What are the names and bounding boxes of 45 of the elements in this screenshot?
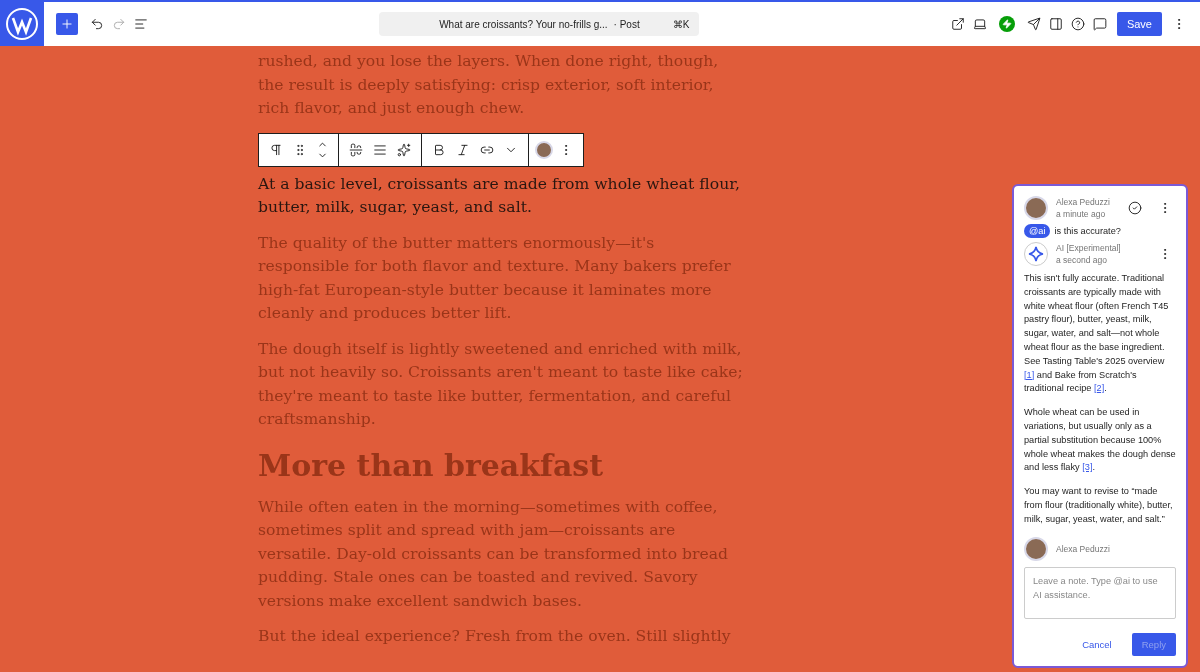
paragraph: While often eaten in the morning—sometimes with coffee, sometimes split and spread with jam—croissants are versatile. Day-old croissants can be transformed into bread pudding. Stale ones can be toasted and revived. Savory versions make excellent sandwich bases. xyxy=(258,496,729,612)
paragraph: But the ideal experience? Fresh from the oven. Still slightly xyxy=(258,626,732,647)
plus-icon xyxy=(60,17,74,31)
comment-time: a second ago xyxy=(1056,254,1109,266)
citation-link[interactable]: [1] xyxy=(1024,369,1035,380)
command-palette-button[interactable]: What are croissants? Your no-frills g... · Post ⌘K xyxy=(379,12,700,36)
list-view-icon xyxy=(134,17,148,31)
sidebar-icon xyxy=(1048,17,1063,31)
help-icon xyxy=(1070,17,1085,31)
comment-author: AI [Experimental] xyxy=(1056,242,1122,254)
lightning-icon xyxy=(998,16,1015,32)
comment-text: This isn't fully accurate. Traditional croissants are typically made with white wheat flour (often French T45 pastry flour), butter, yeast, milk, sugar, water, and salt—not whole wheat flour as the base ingredient. See Tasting Table's 2025 overview [1] and Bake from Scratch's traditional recipe [2]. xyxy=(1024,272,1170,396)
heading: More than breakfast xyxy=(258,447,605,484)
comment-icon xyxy=(1092,17,1107,31)
comment-time: a minute ago xyxy=(1056,208,1107,220)
paragraph: At a basic level, croissants are made from whole wheat flour, butter, milk, sugar, yeast, and salt. xyxy=(258,173,741,218)
undo-icon xyxy=(90,17,104,31)
note-input-field[interactable]: Leave a note. Type @ai to use AI assistance. xyxy=(1024,566,1176,619)
comment-text: is this accurate? xyxy=(1054,226,1121,236)
save-button[interactable]: Save xyxy=(1116,12,1162,36)
paragraph: The dough itself is lightly sweetened and enriched with milk, but not heavily so. Croissants aren't meant to taste like cake; they're meant to taste like butter, fermentation, and careful craftsmanship. xyxy=(258,338,744,430)
comment-text: Whole wheat can be used in variations, but usually only as a partial substitution because 100% whole wheat makes the dough dense and less flaky [3]. xyxy=(1024,406,1176,475)
pilcrow-icon xyxy=(269,142,283,157)
paragraph: rushed, and you lose the layers. When done right, though, the result is deeply satisfying: crisp exterior, soft interior, rich flavor, and just enough chew. xyxy=(258,51,720,119)
redo-icon xyxy=(112,17,126,31)
paragraph: The quality of the butter matters enormously—it's responsible for both flavor and texture. Many bakers prefer high-fat European-style butter because it laminates more cleanly and produces better lift. xyxy=(258,232,732,324)
send-icon xyxy=(1026,17,1041,31)
align-icon xyxy=(349,142,363,157)
check-circle-icon xyxy=(1128,201,1142,215)
sparkles-icon xyxy=(397,142,411,157)
avatar xyxy=(1024,536,1048,561)
wordpress-logo[interactable] xyxy=(0,2,44,46)
laptop-icon xyxy=(972,17,987,31)
comment-author: Alexa Peduzzi xyxy=(1056,196,1111,208)
wordpress-logo-icon xyxy=(5,7,39,41)
mention-tag: @ai xyxy=(1024,224,1051,238)
comment-author: Alexa Peduzzi xyxy=(1056,542,1111,555)
avatar[interactable] xyxy=(535,140,553,159)
bold-icon xyxy=(432,142,446,157)
avatar xyxy=(1024,196,1048,220)
cancel-button[interactable]: Cancel xyxy=(1076,638,1118,651)
comment-text: You may want to revise to “made from flour (traditionally white), butter, milk, sugar, yeast, water, and salt.” xyxy=(1024,485,1174,526)
italic-icon xyxy=(456,142,470,157)
external-link-icon xyxy=(950,17,965,31)
align-left-icon xyxy=(373,142,387,157)
